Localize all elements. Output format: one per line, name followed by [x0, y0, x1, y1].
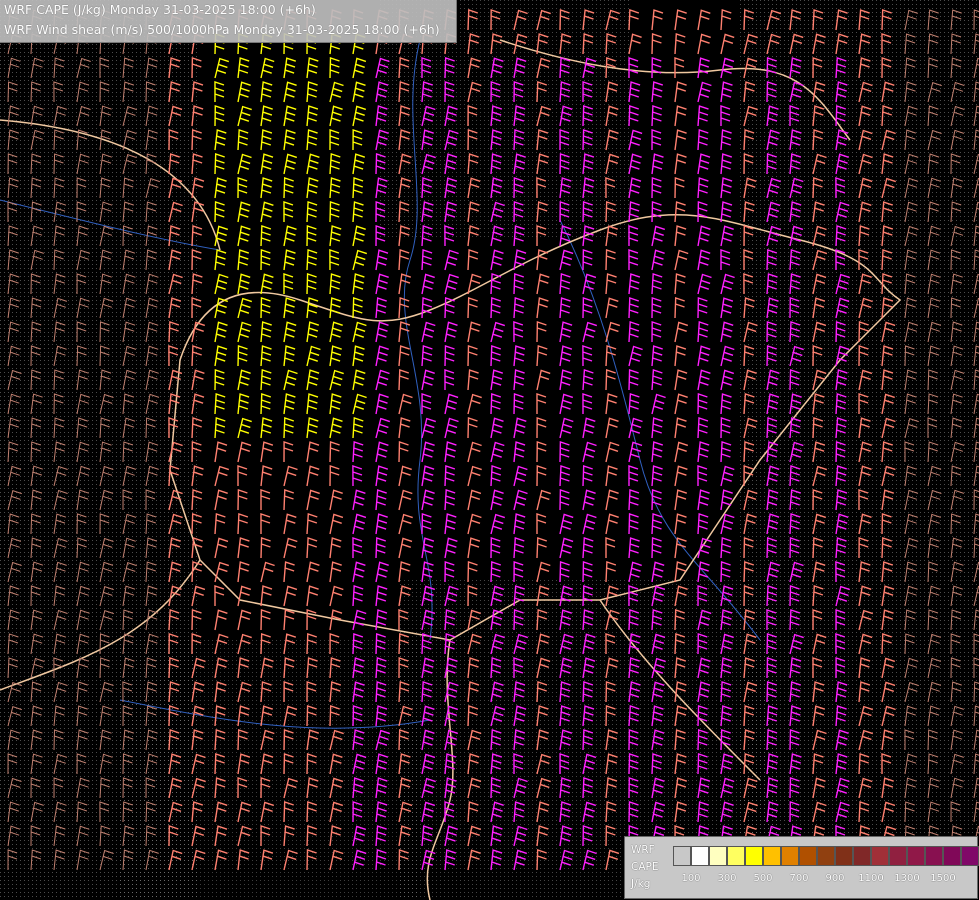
legend-swatch [943, 846, 961, 866]
legend-ticks: 100 300 500 700 900 1100 1300 1500 [673, 873, 973, 887]
legend-swatch [673, 846, 691, 866]
legend-swatch [763, 846, 781, 866]
legend-tick-label: 700 [789, 873, 809, 884]
cape-legend: WRF CAPE J/kg 100 300 500 700 900 1100 1300 150… [624, 836, 979, 899]
legend-swatch [961, 846, 979, 866]
legend-tick-label: 500 [753, 873, 773, 884]
legend-swatch [709, 846, 727, 866]
map-title-box: WRF CAPE (J/kg) Monday 31-03-2025 18:00 … [0, 0, 457, 43]
legend-swatch [907, 846, 925, 866]
legend-swatch [817, 846, 835, 866]
legend-swatch [925, 846, 943, 866]
legend-swatch [889, 846, 907, 866]
legend-tick-label: 1500 [930, 873, 956, 884]
legend-swatch [835, 846, 853, 866]
legend-label-unit: J/kg [631, 878, 651, 890]
legend-tick-label: 300 [717, 873, 737, 884]
legend-swatch [691, 846, 709, 866]
legend-swatch [853, 846, 871, 866]
legend-label-variable: CAPE [631, 861, 659, 873]
legend-swatch [871, 846, 889, 866]
legend-label-model: WRF [631, 844, 655, 856]
legend-tick-label: 1300 [894, 873, 920, 884]
legend-swatch [727, 846, 745, 866]
weather-map [0, 0, 979, 900]
legend-tick-label: 100 [681, 873, 701, 884]
title-wind-shear: WRF Wind shear (m/s) 500/1000hPa Monday … [4, 22, 440, 37]
legend-swatch [781, 846, 799, 866]
title-cape: WRF CAPE (J/kg) Monday 31-03-2025 18:00 … [4, 2, 316, 17]
legend-tick-label: 900 [825, 873, 845, 884]
legend-swatch [745, 846, 763, 866]
legend-tick-label: 1100 [858, 873, 884, 884]
legend-swatch [799, 846, 817, 866]
legend-color-scale [673, 846, 979, 866]
